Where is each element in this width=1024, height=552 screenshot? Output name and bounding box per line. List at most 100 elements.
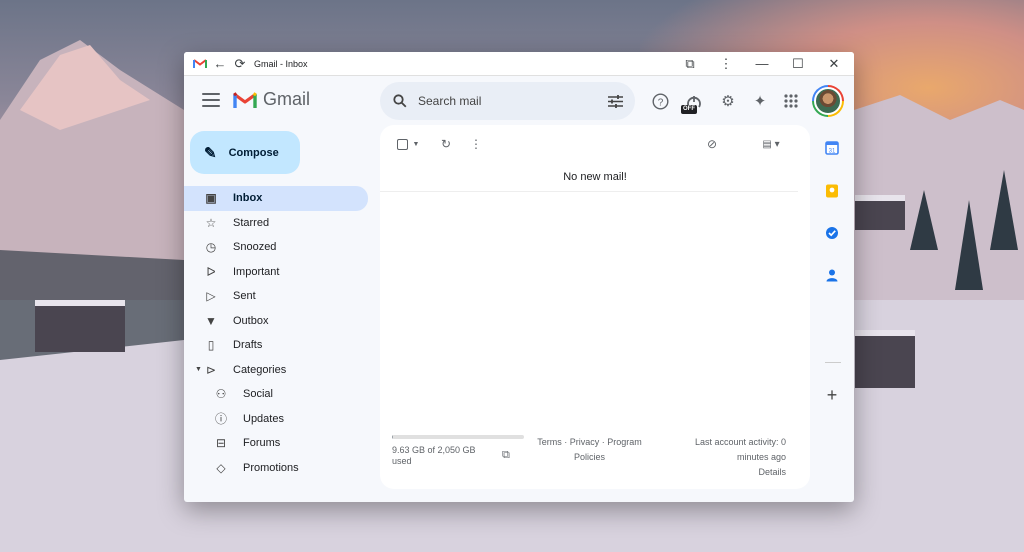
clock-icon: ◷ xyxy=(205,240,217,255)
outbox-icon: ▼ xyxy=(205,313,217,328)
sidebar-item-promotions[interactable]: ◇ Promotions xyxy=(184,456,368,481)
label-icon: ⊳ xyxy=(205,362,217,377)
sidebar-item-label: Sent xyxy=(233,290,256,303)
add-addon-icon[interactable]: + xyxy=(824,385,840,405)
search-input[interactable] xyxy=(418,94,607,108)
storage-fill xyxy=(392,435,394,439)
sidebar-item-outbox[interactable]: ▼ Outbox xyxy=(184,309,368,334)
footer-links-line2[interactable]: Policies xyxy=(532,450,647,465)
sidebar-item-categories[interactable]: ▼ ⊳ Categories xyxy=(184,358,368,383)
contacts-icon[interactable] xyxy=(824,267,840,283)
sidebar-nav: ▣ Inbox ☆ Starred ◷ Snoozed ᐅ Important … xyxy=(184,186,368,480)
sidebar-item-label: Updates xyxy=(243,412,284,425)
off-badge: OFF xyxy=(681,105,697,114)
gmail-header: Gmail ? OFF ⚙ ✦ xyxy=(184,76,854,126)
sidebar-item-label: Promotions xyxy=(243,461,299,474)
wallpaper-cabin-right-2 xyxy=(855,330,915,388)
account-activity: Last account activity: 0 minutes ago Det… xyxy=(666,435,786,480)
gmail-favicon-icon xyxy=(190,54,210,74)
gemini-sparkle-icon[interactable]: ✦ xyxy=(750,91,770,111)
divider xyxy=(825,362,841,363)
people-icon: ⚇ xyxy=(215,387,227,402)
mail-list-panel: ▼ ↻ ⋮ ⊘ ▤ ▾ No new mail! 9.63 GB of 2,05… xyxy=(380,125,810,489)
compose-label: Compose xyxy=(228,146,279,159)
inbox-icon: ▣ xyxy=(205,191,217,206)
sidebar-item-sent[interactable]: ▷ Sent xyxy=(184,284,368,309)
footer-links-line1[interactable]: Terms · Privacy · Program xyxy=(532,435,647,450)
titlebar: ← ⟳ Gmail - Inbox ⧉ ⋮ — ☐ ✕ xyxy=(184,52,854,76)
svg-text:31: 31 xyxy=(829,149,836,155)
extensions-icon[interactable]: ⧉ xyxy=(676,54,704,74)
calendar-icon[interactable]: 31 xyxy=(824,140,840,156)
tag-icon: ◇ xyxy=(216,460,226,475)
help-icon[interactable]: ? xyxy=(650,91,670,111)
send-icon: ▷ xyxy=(206,289,216,304)
account-avatar[interactable] xyxy=(812,85,844,117)
star-icon: ☆ xyxy=(205,215,217,230)
density-toggle-icon[interactable]: ▤ ▾ xyxy=(754,134,788,154)
more-actions-icon[interactable]: ⋮ xyxy=(466,134,486,154)
sidebar-item-important[interactable]: ᐅ Important xyxy=(184,260,368,285)
close-icon[interactable]: ✕ xyxy=(820,54,848,74)
select-all-checkbox[interactable] xyxy=(394,134,410,154)
wallpaper-cabin-left xyxy=(35,300,125,352)
search-bar[interactable] xyxy=(380,82,635,120)
gmail-logo[interactable]: Gmail xyxy=(233,89,310,110)
activity-line2: minutes ago xyxy=(736,452,786,462)
sidebar-item-snoozed[interactable]: ◷ Snoozed xyxy=(184,235,368,260)
sidebar-item-social[interactable]: ⚇ Social xyxy=(184,382,368,407)
pencil-icon: ✎ xyxy=(204,144,217,162)
mail-footer: 9.63 GB of 2,050 GB used ⧉ Terms · Priva… xyxy=(392,435,786,477)
settings-gear-icon[interactable]: ⚙ xyxy=(718,91,738,111)
minimize-icon[interactable]: — xyxy=(748,54,776,74)
tasks-icon[interactable] xyxy=(824,225,840,241)
side-panel: 31 + › xyxy=(816,125,854,502)
open-in-new-icon[interactable]: ⧉ xyxy=(502,449,510,462)
compose-button[interactable]: ✎ Compose xyxy=(190,131,300,174)
reload-icon[interactable]: ⟳ xyxy=(230,54,250,74)
draft-icon: ▯ xyxy=(207,338,215,353)
more-vert-icon[interactable]: ⋮ xyxy=(712,54,740,74)
svg-text:?: ? xyxy=(657,97,663,108)
wallpaper-cabin-right xyxy=(855,195,905,230)
sidebar-item-updates[interactable]: ⓘ Updates xyxy=(184,407,368,432)
gmail-m-icon xyxy=(233,91,257,108)
apps-grid-icon[interactable] xyxy=(781,91,801,111)
sidebar-item-starred[interactable]: ☆ Starred xyxy=(184,211,368,236)
refresh-icon[interactable]: ↻ xyxy=(436,134,456,154)
main-menu-icon[interactable] xyxy=(202,91,220,109)
divider xyxy=(380,191,798,192)
activity-line1: Last account activity: 0 xyxy=(694,437,786,447)
select-dropdown-icon[interactable]: ▼ xyxy=(410,134,422,154)
sidebar-item-label: Important xyxy=(233,265,280,278)
keep-icon[interactable] xyxy=(824,183,840,199)
window-title: Gmail - Inbox xyxy=(254,58,308,69)
mark-done-icon[interactable]: ⊘ xyxy=(702,134,722,154)
sidebar-item-label: Snoozed xyxy=(233,241,277,254)
footer-links: Terms · Privacy · Program Policies xyxy=(532,435,647,465)
sidebar-item-forums[interactable]: ⊟ Forums xyxy=(184,431,368,456)
sidebar-item-label: Social xyxy=(243,388,273,401)
sidebar-item-label: Outbox xyxy=(233,314,269,327)
sidebar-item-label: Inbox xyxy=(233,192,263,205)
caret-down-icon[interactable]: ▼ xyxy=(195,366,202,373)
sidebar-item-label: Categories xyxy=(233,363,287,376)
gemini-status-icon[interactable]: OFF xyxy=(681,91,704,114)
search-options-icon[interactable] xyxy=(607,93,623,109)
back-icon[interactable]: ← xyxy=(210,54,230,74)
sidebar-item-inbox[interactable]: ▣ Inbox xyxy=(184,186,368,211)
sidebar-item-label: Drafts xyxy=(233,339,263,352)
empty-inbox-message: No new mail! xyxy=(563,171,627,183)
search-icon[interactable] xyxy=(392,93,408,109)
storage-bar xyxy=(392,435,524,439)
wallpaper-tree xyxy=(990,170,1018,250)
info-icon: ⓘ xyxy=(214,412,227,427)
mail-toolbar: ▼ ↻ ⋮ ⊘ ▤ ▾ xyxy=(380,125,810,163)
maximize-icon[interactable]: ☐ xyxy=(784,54,812,74)
activity-details-link[interactable]: Details xyxy=(666,465,786,480)
browser-window: ← ⟳ Gmail - Inbox ⧉ ⋮ — ☐ ✕ Gmail Search… xyxy=(184,52,854,502)
storage-text: 9.63 GB of 2,050 GB used xyxy=(392,445,476,466)
sidebar-item-drafts[interactable]: ▯ Drafts xyxy=(184,333,368,358)
wallpaper-tree xyxy=(910,190,938,250)
sidebar-item-label: Starred xyxy=(233,216,270,229)
